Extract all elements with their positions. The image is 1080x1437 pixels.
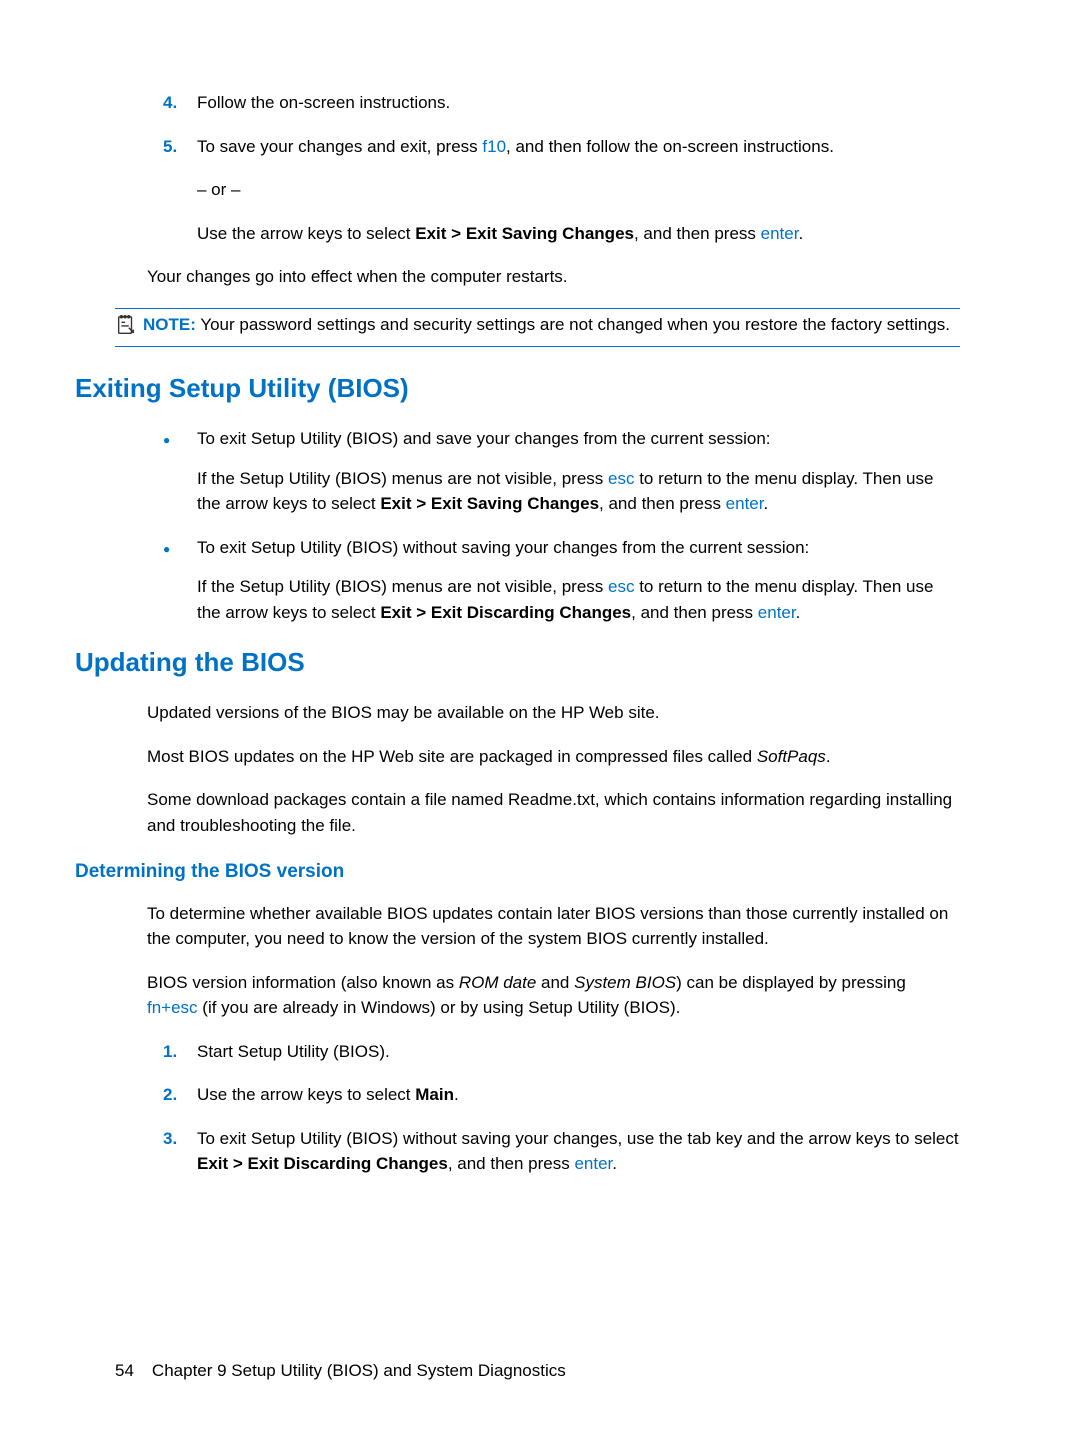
bullet-marker: ● [163, 426, 197, 452]
text: , and then press [599, 494, 726, 513]
bullet-marker: ● [163, 535, 197, 561]
bullet-exit-save: ● To exit Setup Utility (BIOS) and save … [163, 426, 960, 452]
text: and [536, 973, 574, 992]
term: ROM date [459, 973, 536, 992]
step-5: 5. To save your changes and exit, press … [163, 134, 960, 160]
key-token: esc [608, 469, 634, 488]
text: . [763, 494, 768, 513]
heading-determining-version: Determining the BIOS version [75, 858, 960, 887]
step-number: 3. [163, 1126, 197, 1177]
note-icon [115, 312, 143, 344]
paragraph: Some download packages contain a file na… [147, 787, 960, 838]
menu-path: Exit > Exit Saving Changes [415, 224, 634, 243]
text: To exit Setup Utility (BIOS) without sav… [197, 1129, 959, 1148]
text: , and then press [448, 1154, 575, 1173]
heading-exiting-setup: Exiting Setup Utility (BIOS) [75, 369, 960, 408]
restart-note: Your changes go into effect when the com… [147, 264, 960, 290]
page-number: 54 [115, 1361, 134, 1380]
text: BIOS version information (also known as [147, 973, 459, 992]
text: . [612, 1154, 617, 1173]
menu-path: Exit > Exit Discarding Changes [380, 603, 631, 622]
page-footer: 54 Chapter 9 Setup Utility (BIOS) and Sys… [115, 1358, 566, 1384]
text: Use the arrow keys to select [197, 1085, 415, 1104]
step-text: Start Setup Utility (BIOS). [197, 1039, 960, 1065]
paragraph: BIOS version information (also known as … [147, 970, 960, 1021]
term: System BIOS [574, 973, 676, 992]
det-step-1: 1. Start Setup Utility (BIOS). [163, 1039, 960, 1065]
text: If the Setup Utility (BIOS) menus are no… [197, 469, 608, 488]
alt-instruction: Use the arrow keys to select Exit > Exit… [197, 221, 960, 247]
text: To save your changes and exit, press [197, 137, 482, 156]
note-text: NOTE: Your password settings and securit… [143, 312, 960, 344]
key-token: enter [761, 224, 799, 243]
text: If the Setup Utility (BIOS) menus are no… [197, 577, 608, 596]
step-number: 5. [163, 134, 197, 160]
heading-updating-bios: Updating the BIOS [75, 643, 960, 682]
menu-name: Main [415, 1085, 454, 1104]
term: SoftPaqs [757, 747, 826, 766]
step-number: 2. [163, 1082, 197, 1108]
key-token: fn+esc [147, 998, 198, 1017]
bullet-sub-text: If the Setup Utility (BIOS) menus are no… [197, 574, 960, 625]
bullet-text: To exit Setup Utility (BIOS) without sav… [197, 535, 960, 561]
menu-path: Exit > Exit Discarding Changes [197, 1154, 448, 1173]
text: , and then press [634, 224, 761, 243]
note-label: NOTE: [143, 315, 196, 334]
key-token: esc [608, 577, 634, 596]
step-text: Use the arrow keys to select Main. [197, 1082, 960, 1108]
step-text: Follow the on-screen instructions. [197, 90, 960, 116]
text: Most BIOS updates on the HP Web site are… [147, 747, 757, 766]
step-number: 1. [163, 1039, 197, 1065]
text: ) can be displayed by pressing [676, 973, 906, 992]
key-token: enter [726, 494, 764, 513]
text: . [454, 1085, 459, 1104]
step-4: 4. Follow the on-screen instructions. [163, 90, 960, 116]
text: Your password settings and security sett… [200, 315, 950, 334]
det-step-2: 2. Use the arrow keys to select Main. [163, 1082, 960, 1108]
key-token: enter [574, 1154, 612, 1173]
step-number: 4. [163, 90, 197, 116]
text: Use the arrow keys to select [197, 224, 415, 243]
bullet-exit-nosave: ● To exit Setup Utility (BIOS) without s… [163, 535, 960, 561]
text: . [798, 224, 803, 243]
paragraph: Updated versions of the BIOS may be avai… [147, 700, 960, 726]
key-token: f10 [482, 137, 506, 156]
step-text: To exit Setup Utility (BIOS) without sav… [197, 1126, 960, 1177]
note-callout: NOTE: Your password settings and securit… [115, 308, 960, 348]
text: . [796, 603, 801, 622]
key-token: enter [758, 603, 796, 622]
step-text: To save your changes and exit, press f10… [197, 134, 960, 160]
text: , and then follow the on-screen instruct… [506, 137, 834, 156]
bullet-sub-text: If the Setup Utility (BIOS) menus are no… [197, 466, 960, 517]
chapter-label: Chapter 9 Setup Utility (BIOS) and Syste… [152, 1361, 566, 1380]
bullet-text: To exit Setup Utility (BIOS) and save yo… [197, 426, 960, 452]
paragraph: Most BIOS updates on the HP Web site are… [147, 744, 960, 770]
det-step-3: 3. To exit Setup Utility (BIOS) without … [163, 1126, 960, 1177]
text: (if you are already in Windows) or by us… [198, 998, 681, 1017]
paragraph: To determine whether available BIOS upda… [147, 901, 960, 952]
or-divider: – or – [197, 177, 960, 203]
text: , and then press [631, 603, 758, 622]
document-page: 4. Follow the on-screen instructions. 5.… [0, 0, 1080, 1177]
menu-path: Exit > Exit Saving Changes [380, 494, 599, 513]
text: . [826, 747, 831, 766]
